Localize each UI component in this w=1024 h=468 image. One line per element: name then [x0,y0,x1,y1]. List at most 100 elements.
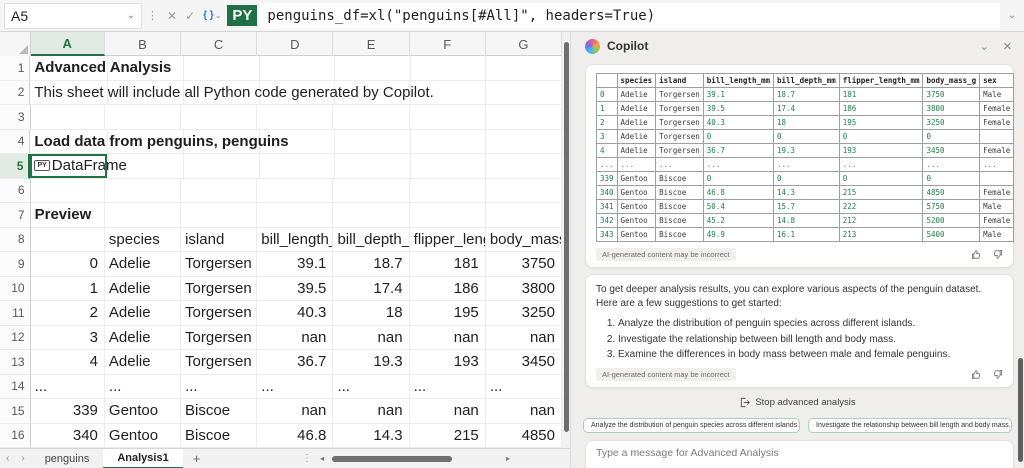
chevron-down-icon[interactable]: ⌄ [215,11,226,20]
grid-cell[interactable]: 14.3 [333,424,409,449]
grid-cell[interactable]: ... [486,375,562,400]
row-header-5[interactable]: 5 [0,154,30,179]
column-header-D[interactable]: D [257,32,333,56]
grid-cell[interactable] [410,203,486,228]
horizontal-scrollbar-track[interactable] [330,455,500,463]
grid-cell[interactable] [486,130,562,155]
grid-cell[interactable]: 18.7 [333,252,409,277]
row-header-9[interactable]: 9 [0,252,31,277]
grid-cell[interactable]: 39.5 [257,277,333,302]
grid-cell[interactable]: 3 [31,326,105,351]
row-header-4[interactable]: 4 [0,130,30,155]
grid-cell[interactable]: nan [486,326,562,351]
column-header-G[interactable]: G [486,32,562,56]
scroll-right-icon[interactable]: ▸ [502,454,514,463]
grid-cell[interactable] [486,81,562,106]
name-box-input[interactable] [11,8,111,24]
sheet-tab-analysis1[interactable]: Analysis1 [103,449,182,468]
chat-message-input[interactable] [596,447,1016,459]
grid-cell[interactable]: 17.4 [333,277,409,302]
grid-cell[interactable]: ... [257,375,333,400]
grid-cell[interactable]: nan [410,399,486,424]
grid-cell[interactable]: ... [31,375,105,400]
grid-cell[interactable]: nan [257,326,333,351]
grid-cell[interactable]: nan [257,399,333,424]
grid-cell[interactable]: 3750 [486,252,562,277]
grid-cell[interactable]: Biscoe [181,399,257,424]
grid-cell[interactable]: 19.3 [333,350,409,375]
grid-cell[interactable]: 4 [31,350,105,375]
grid-cell[interactable]: bill_depth_mm [333,228,409,253]
grid-cell[interactable]: flipper_length_mm [410,228,486,253]
grid-cell[interactable]: ... [333,375,409,400]
grid-cell[interactable]: 4850 [486,424,562,449]
grid-cell[interactable]: Torgersen [181,301,257,326]
grid-cell[interactable] [260,56,336,81]
grid-cell[interactable]: Gentoo [105,424,181,449]
grid-cell[interactable]: 2 [31,301,105,326]
grid-cell[interactable]: 215 [410,424,486,449]
grid-cell[interactable] [335,154,411,179]
grid-cell[interactable] [184,56,260,81]
grid-cell[interactable]: Torgersen [181,326,257,351]
grid-cell[interactable]: Adelie [105,301,181,326]
row-header-12[interactable]: 12 [0,326,31,351]
close-icon[interactable]: ✕ [1003,40,1012,53]
column-header-C[interactable]: C [181,32,257,56]
grid-cell[interactable]: nan [486,399,562,424]
grid-cell[interactable]: This sheet will include all Python code … [30,81,108,106]
column-header-F[interactable]: F [410,32,486,56]
select-all-corner[interactable] [0,32,31,56]
grid-cell[interactable] [181,179,257,204]
grid-cell[interactable] [410,105,486,130]
grid-cell[interactable]: 3800 [486,277,562,302]
grid-cell[interactable] [410,179,486,204]
suggestion-chip[interactable]: Analyze the distribution of penguin spec… [583,418,800,433]
grid-cell[interactable]: 3250 [486,301,562,326]
chevron-down-icon[interactable]: ⌄ [127,10,135,21]
copilot-scrollbar-thumb[interactable] [1018,358,1023,462]
grid-cell[interactable] [181,203,257,228]
grid-cell[interactable]: island [181,228,257,253]
row-header-6[interactable]: 6 [0,179,31,204]
row-header-10[interactable]: 10 [0,277,31,302]
row-header-16[interactable]: 16 [0,424,31,449]
prev-sheet-icon[interactable]: ‹ [0,453,15,464]
row-header-8[interactable]: 8 [0,228,31,253]
grid-cell[interactable] [184,154,260,179]
grid-cell[interactable]: nan [333,399,409,424]
next-sheet-icon[interactable]: › [15,453,30,464]
grid-cell[interactable] [335,130,411,155]
sheet-tab-penguins[interactable]: penguins [31,449,104,468]
grid-cell[interactable] [333,179,409,204]
grid-cell[interactable]: Adelie [105,252,181,277]
row-header-7[interactable]: 7 [0,203,31,228]
grid-cell[interactable]: Torgersen [181,350,257,375]
grid-cell[interactable] [31,105,105,130]
grid-cell[interactable] [260,154,336,179]
grid-cell[interactable]: Adelie [105,277,181,302]
grid-cell[interactable] [105,105,181,130]
grid-cell[interactable] [333,105,409,130]
column-header-E[interactable]: E [333,32,409,56]
row-header-2[interactable]: 2 [0,81,30,106]
grid-cell[interactable] [257,203,333,228]
grid-cell[interactable]: Advanced Analysis [30,56,108,81]
grid-cell[interactable] [486,179,562,204]
row-header-13[interactable]: 13 [0,350,31,375]
grid-cell[interactable] [486,56,562,81]
column-header-B[interactable]: B [105,32,181,56]
grid-cell[interactable] [411,130,487,155]
column-header-A[interactable]: A [31,32,105,56]
scroll-left-icon[interactable]: ◂ [316,454,328,463]
grid-cell[interactable] [335,56,411,81]
row-header-1[interactable]: 1 [0,56,30,81]
grid-cell[interactable]: 340 [31,424,105,449]
grid-cell[interactable]: bill_length_mm [257,228,333,253]
grid-cell[interactable]: 3450 [486,350,562,375]
grid-cell[interactable]: 39.1 [257,252,333,277]
grid-cell[interactable] [31,228,105,253]
thumbs-down-icon[interactable] [992,249,1003,260]
grid-cell[interactable]: 195 [410,301,486,326]
grid-cell[interactable]: Torgersen [181,252,257,277]
